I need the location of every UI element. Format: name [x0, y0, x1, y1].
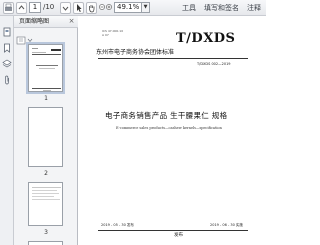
- footer-rule: [98, 230, 248, 231]
- print-icon[interactable]: [3, 2, 14, 14]
- thumbnail-panel-header: 页面缩略图 ×: [14, 16, 78, 28]
- paperclip-icon[interactable]: [2, 70, 12, 85]
- title-english: E-commerce sales products—cashew kernels…: [116, 126, 222, 130]
- cursor-icon[interactable]: [73, 2, 84, 14]
- menu-comment[interactable]: 注释: [247, 2, 261, 14]
- page-thumbnail-label-3: 3: [44, 229, 48, 236]
- bookmark-icon[interactable]: [2, 38, 12, 53]
- close-icon[interactable]: ×: [67, 17, 76, 26]
- pages-icon[interactable]: [2, 22, 12, 37]
- hand-icon[interactable]: [86, 2, 97, 14]
- menu-fill-sign[interactable]: 填写和签名: [204, 2, 239, 14]
- thumbnail-options-icon[interactable]: [16, 30, 36, 45]
- page-thumbnail-label-1: 1: [44, 95, 48, 102]
- ccs-code: A 07: [102, 33, 109, 37]
- menu-tools[interactable]: 工具: [182, 2, 196, 14]
- header-rule: [98, 58, 248, 59]
- effective-date: 2019 - 06 - 30 实施: [210, 223, 243, 227]
- issuer-label: 发布: [174, 233, 183, 238]
- publish-date: 2019 - 05 - 30 发布: [101, 223, 134, 227]
- page-thumbnail-label-2: 2: [44, 170, 48, 177]
- standard-code: T/DXDS: [176, 31, 236, 46]
- thumbnail-panel: 页面缩略图 × 1 2 3: [14, 16, 78, 245]
- title-chinese: 电子商务销售产品 生干腰果仁 规格: [105, 111, 228, 120]
- pdf-reader-window: 1 /10 49.1% ▼ 工具 填写和签名 注释 页面缩略图 × 1 2 3 …: [0, 0, 266, 245]
- page-thumbnail-4[interactable]: [28, 241, 63, 245]
- page-total: /10: [43, 3, 55, 11]
- zoom-out-icon[interactable]: [99, 2, 105, 14]
- zoom-in-icon[interactable]: [106, 2, 112, 14]
- standard-number: T/DXDS 002—2019: [197, 62, 231, 66]
- toolbar: 1 /10 49.1% ▼ 工具 填写和签名 注释: [0, 0, 266, 16]
- layers-icon[interactable]: [2, 54, 12, 68]
- prev-page-icon[interactable]: [16, 2, 27, 14]
- navigation-rail: [0, 16, 14, 245]
- thumbnail-panel-title: 页面缩略图: [19, 18, 50, 25]
- page-thumbnail-2[interactable]: [28, 107, 63, 167]
- zoom-dropdown-icon[interactable]: ▼: [142, 2, 150, 13]
- next-page-icon[interactable]: [60, 2, 71, 14]
- page-thumbnail-1[interactable]: [26, 42, 65, 94]
- zoom-input[interactable]: 49.1%: [114, 2, 142, 13]
- page-thumbnail-3[interactable]: [28, 182, 63, 226]
- page-number-input[interactable]: 1: [29, 2, 41, 13]
- organization-name: 东州市电子商务协会团体标准: [96, 49, 175, 56]
